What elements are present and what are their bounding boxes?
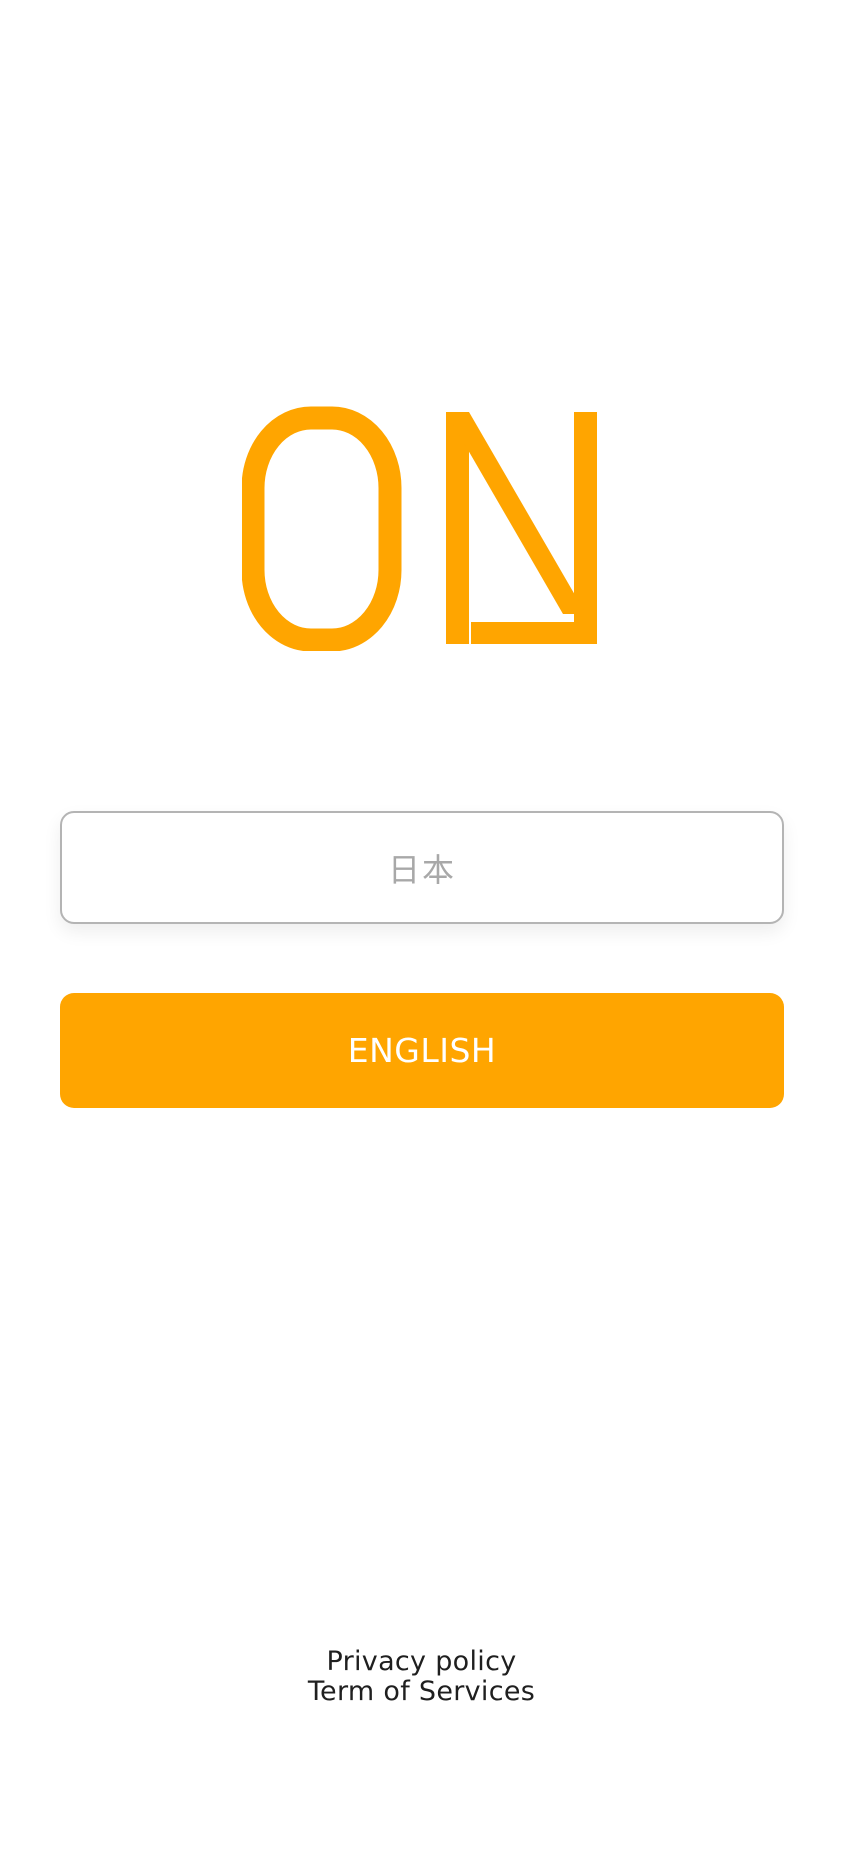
- language-japanese-button[interactable]: 日本: [60, 811, 784, 924]
- footer-links: Privacy policy Term of Services: [0, 1647, 843, 1707]
- language-japanese-label: 日本: [387, 850, 456, 889]
- app-logo-graphic: [241, 406, 597, 652]
- terms-of-service-link[interactable]: Term of Services: [308, 1677, 535, 1707]
- language-english-button[interactable]: ENGLISH: [60, 993, 784, 1108]
- privacy-policy-link[interactable]: Privacy policy: [326, 1647, 516, 1677]
- language-english-label: ENGLISH: [347, 1031, 497, 1070]
- app-logo: [241, 406, 602, 652]
